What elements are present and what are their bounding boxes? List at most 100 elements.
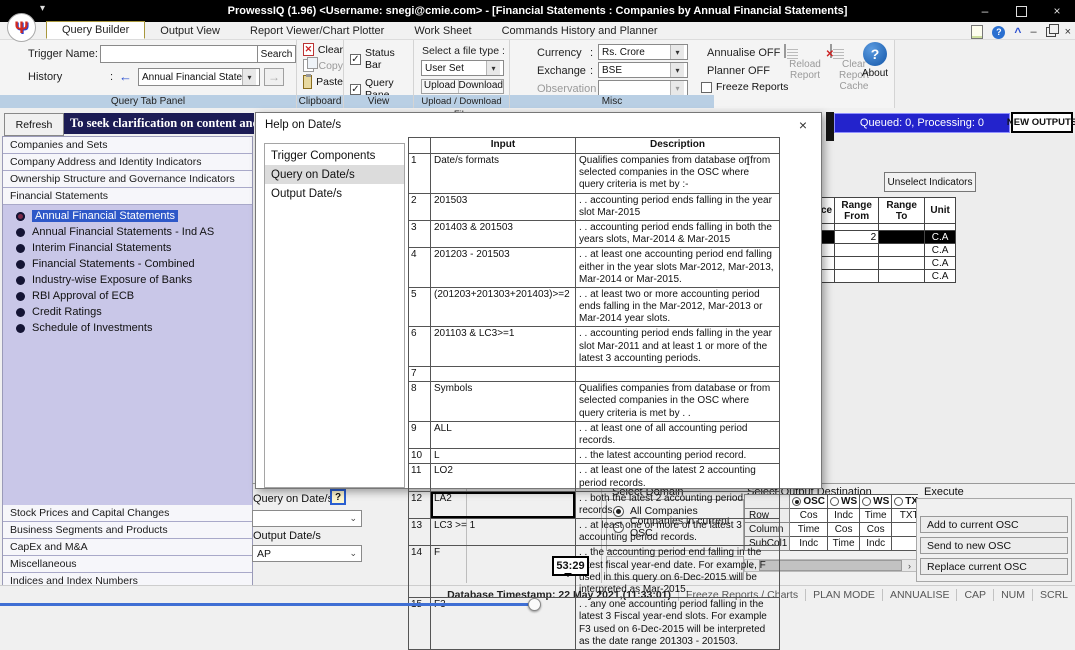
recording-progress-handle[interactable] (528, 598, 541, 611)
input-cell[interactable]: 201403 & 201503 (431, 220, 576, 247)
input-cell[interactable]: Date/s formats (431, 154, 576, 194)
destination-cell[interactable]: Time (828, 537, 860, 551)
maximize-button[interactable] (1003, 0, 1039, 22)
minimize-button[interactable]: – (967, 0, 1003, 22)
input-cell[interactable]: Symbols (431, 382, 576, 422)
execute-button-send-to-new-osc[interactable]: Send to new OSC (920, 537, 1068, 554)
destination-cell[interactable] (892, 537, 918, 551)
history-combobox[interactable]: Annual Financial Statements ▾ (138, 68, 260, 86)
input-cell[interactable]: ALL (431, 421, 576, 448)
close-button[interactable]: × (1039, 0, 1075, 22)
tab-commands-history-and-planner[interactable]: Commands History and Planner (487, 23, 673, 39)
destination-column-header[interactable]: OSC (790, 495, 828, 509)
plan-document-icon[interactable] (971, 25, 983, 39)
destination-cell[interactable] (892, 523, 918, 537)
sidebar-section[interactable]: Companies and Sets (3, 137, 252, 154)
download-button[interactable]: Download (459, 80, 503, 93)
input-cell[interactable]: (201203+201303+201403)>=2 (431, 287, 576, 327)
range-from-cell[interactable] (835, 270, 879, 283)
chevron-down-icon[interactable]: ▾ (242, 69, 256, 85)
destination-cell[interactable]: Cos (828, 523, 860, 537)
sidebar-section[interactable]: Ownership Structure and Governance Indic… (3, 171, 252, 188)
tree-item[interactable]: Annual Financial Statements - Ind AS (3, 224, 252, 240)
about-button[interactable]: ? About (853, 42, 897, 79)
chevron-down-icon[interactable]: ▾ (486, 61, 500, 75)
sidebar-section[interactable]: Stock Prices and Capital Changes (3, 505, 252, 522)
unit-cell[interactable]: C.A (925, 257, 956, 270)
input-cell[interactable]: 201503 (431, 193, 576, 220)
output-dates-combobox[interactable]: AP⌄ (252, 545, 362, 562)
sidebar-section[interactable]: Business Segments and Products (3, 522, 252, 539)
destination-cell[interactable]: Indc (828, 509, 860, 523)
query-on-dates-combobox[interactable]: ⌄ (252, 510, 362, 527)
destination-column-header[interactable]: TXT (892, 495, 918, 509)
destination-cell[interactable]: Cos (790, 509, 828, 523)
clear-button[interactable]: ✕Clear (303, 43, 343, 56)
tab-report-viewer-chart-plotter[interactable]: Report Viewer/Chart Plotter (235, 23, 399, 39)
range-from-cell[interactable] (835, 224, 879, 231)
freeze-reports-checkbox[interactable]: Freeze Reports (701, 81, 788, 93)
destination-column-header[interactable]: WS (828, 495, 860, 509)
destination-cell[interactable]: Time (790, 523, 828, 537)
range-from-cell[interactable] (835, 244, 879, 257)
exchange-combobox[interactable]: BSE▾ (598, 62, 688, 78)
tree-item[interactable]: RBI Approval of ECB (3, 288, 252, 304)
table-row[interactable]: 2 C.A (819, 231, 956, 244)
collapse-ribbon-icon[interactable]: ^ (1014, 28, 1021, 36)
tree-item[interactable]: Credit Ratings (3, 304, 252, 320)
sidebar-section[interactable]: Financial Statements (3, 188, 252, 205)
destination-cell[interactable]: Time (860, 509, 892, 523)
range-to-cell[interactable] (879, 231, 925, 244)
table-row[interactable]: C.A (819, 244, 956, 257)
tab-output-view[interactable]: Output View (145, 23, 235, 39)
tree-item[interactable]: Industry-wise Exposure of Banks (3, 272, 252, 288)
execute-button-replace-current-osc[interactable]: Replace current OSC (920, 558, 1068, 575)
search-button[interactable]: Search (258, 45, 296, 63)
unselect-indicators-button[interactable]: Unselect Indicators (884, 172, 976, 192)
chevron-down-icon[interactable]: ▾ (670, 45, 684, 59)
paste-button[interactable]: Paste (303, 75, 343, 89)
dialog-close-icon[interactable]: × (795, 117, 811, 133)
dates-help-button[interactable]: ? (330, 489, 346, 505)
sidebar-section[interactable]: CapEx and M&A (3, 539, 252, 556)
child-minimize-button[interactable]: – (1030, 26, 1036, 38)
input-cell[interactable]: LO2 (431, 464, 576, 491)
file-type-combobox[interactable]: User Set ▾ (421, 60, 504, 76)
input-cell[interactable] (431, 367, 576, 382)
child-restore-button[interactable] (1046, 27, 1056, 37)
input-cell[interactable]: 201103 & LC3>=1 (431, 327, 576, 367)
history-back-icon[interactable]: ← (119, 69, 132, 84)
sidebar-section[interactable]: Company Address and Identity Indicators (3, 154, 252, 171)
destination-cell[interactable]: Indc (860, 537, 892, 551)
range-from-cell[interactable] (835, 257, 879, 270)
history-forward-icon[interactable]: → (264, 68, 284, 86)
help-icon[interactable]: ? (992, 26, 1005, 39)
quick-access-icon[interactable]: ▾ (40, 3, 45, 14)
chevron-down-icon[interactable]: ▾ (670, 63, 684, 77)
dialog-nav-item[interactable]: Output Date/s (265, 184, 404, 203)
tab-work-sheet[interactable]: Work Sheet (399, 23, 486, 39)
chevron-down-icon[interactable]: ⌄ (349, 548, 357, 559)
currency-combobox[interactable]: Rs. Crore▾ (598, 44, 688, 60)
table-row[interactable]: C.A (819, 257, 956, 270)
input-cell[interactable]: LA2 (431, 491, 576, 518)
execute-button-add-to-current-osc[interactable]: Add to current OSC (920, 516, 1068, 533)
tree-item[interactable]: Interim Financial Statements (3, 240, 252, 256)
dialog-nav-item[interactable]: Query on Date/s (265, 165, 404, 184)
tree-item[interactable]: Schedule of Investments (3, 320, 252, 336)
child-close-button[interactable]: × (1065, 26, 1071, 38)
copy-button[interactable]: Copy (303, 59, 343, 72)
table-row[interactable] (819, 224, 956, 231)
unit-cell[interactable]: C.A (925, 244, 956, 257)
status-bar-checkbox[interactable]: ✓Status Bar (350, 47, 413, 71)
range-to-cell[interactable] (879, 257, 925, 270)
range-from-cell[interactable]: 2 (835, 231, 879, 244)
destination-cell[interactable]: Cos (860, 523, 892, 537)
trigger-name-input[interactable] (100, 45, 258, 63)
sidebar-section[interactable]: Miscellaneous (3, 556, 252, 573)
reload-report-button[interactable]: Reload Report (784, 45, 826, 81)
observation-combobox[interactable]: ▾ (598, 80, 688, 96)
scroll-right-icon[interactable]: › (903, 560, 916, 571)
unit-cell[interactable]: C.A (925, 270, 956, 283)
unit-cell[interactable]: C.A (925, 231, 956, 244)
